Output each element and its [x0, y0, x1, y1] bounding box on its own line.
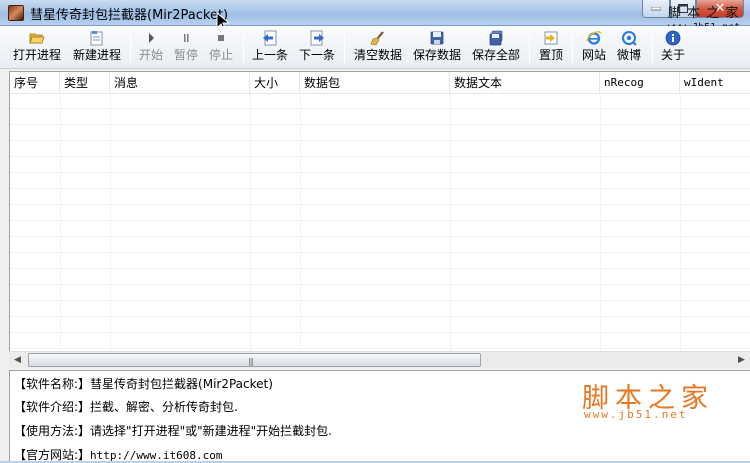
- table-row[interactable]: [10, 238, 750, 253]
- table-row[interactable]: [10, 206, 750, 221]
- play-icon: [149, 33, 154, 43]
- weibo-button[interactable]: 微博: [614, 28, 644, 67]
- stop-icon: [218, 35, 224, 41]
- table-row[interactable]: [10, 158, 750, 173]
- toolbar-separator: [130, 32, 131, 64]
- table-row[interactable]: [10, 190, 750, 205]
- window-frame-left: [0, 69, 9, 461]
- scrollbar-thumb[interactable]: |||: [28, 353, 481, 367]
- table-row[interactable]: [10, 222, 750, 237]
- window-title: 彗星传奇封包拦截器(Mir2Packet): [30, 8, 229, 23]
- column-header-message[interactable]: 消息: [110, 72, 250, 94]
- table-row[interactable]: [10, 174, 750, 189]
- scroll-right-arrow-icon[interactable]: ▶: [733, 352, 750, 369]
- save-icon: [430, 31, 444, 45]
- scroll-left-arrow-icon[interactable]: ◀: [9, 352, 26, 369]
- previous-icon: [263, 30, 277, 46]
- save-all-button[interactable]: 保存全部: [470, 28, 522, 67]
- next-icon: [310, 30, 324, 46]
- weibo-icon: [622, 31, 637, 46]
- minimize-button[interactable]: [642, 0, 670, 18]
- table-row[interactable]: [10, 254, 750, 269]
- table-row[interactable]: [10, 302, 750, 317]
- table-row[interactable]: [10, 126, 750, 141]
- info-line-usage: 【使用方法:】请选择"打开进程"或"新建进程"开始拦截封包.: [14, 424, 332, 438]
- toolbar-separator: [344, 32, 345, 64]
- table-row[interactable]: [10, 334, 750, 349]
- pause-icon: [184, 34, 189, 42]
- table-row[interactable]: [10, 110, 750, 125]
- column-header-packet-text[interactable]: 数据文本: [450, 72, 600, 94]
- info-line-software-intro: 【软件介绍:】拦截、解密、分析传奇封包.: [14, 400, 238, 414]
- new-process-button[interactable]: 新建进程: [70, 28, 124, 67]
- table-row[interactable]: [10, 270, 750, 285]
- save-all-icon: [489, 30, 503, 46]
- stop-button[interactable]: 停止: [206, 28, 236, 67]
- column-header-size[interactable]: 大小: [250, 72, 300, 94]
- open-process-button[interactable]: 打开进程: [10, 28, 64, 67]
- ie-browser-icon: [586, 31, 602, 45]
- toolbar-separator: [243, 32, 244, 64]
- pin-top-icon: [544, 31, 558, 45]
- title-bar[interactable]: 彗星传奇封包拦截器(Mir2Packet) ✕ 脚 本 之 家 www.Jb51…: [0, 0, 750, 33]
- watermark-url: www.jb51.net: [584, 408, 688, 421]
- column-header-nrecog[interactable]: nRecog: [600, 72, 680, 94]
- info-icon: [665, 30, 681, 46]
- column-header-type[interactable]: 类型: [60, 72, 110, 94]
- clear-data-button[interactable]: 清空数据: [352, 28, 404, 67]
- toolbar-separator: [529, 32, 530, 64]
- info-line-website: 【官方网站:】http://www.it608.com: [14, 448, 223, 462]
- previous-button[interactable]: 上一条: [250, 28, 290, 67]
- watermark-top-text: 脚 本 之 家: [668, 6, 740, 21]
- app-icon: [8, 5, 24, 21]
- info-line-software-name: 【软件名称:】彗星传奇封包拦截器(Mir2Packet): [14, 377, 273, 391]
- scrollbar-grip-icon: |||: [248, 357, 254, 366]
- start-button[interactable]: 开始: [136, 28, 166, 67]
- pause-button[interactable]: 暂停: [171, 28, 201, 67]
- pin-top-button[interactable]: 置顶: [536, 28, 566, 67]
- horizontal-scrollbar[interactable]: ◀ ||| ▶: [9, 351, 750, 368]
- minimize-icon: [651, 6, 661, 10]
- save-data-button[interactable]: 保存数据: [411, 28, 463, 67]
- toolbar-separator: [652, 32, 653, 64]
- table-row[interactable]: [10, 142, 750, 157]
- about-button[interactable]: 关于: [658, 28, 688, 67]
- column-header-wident[interactable]: wIdent: [680, 72, 750, 94]
- table-row[interactable]: [10, 286, 750, 301]
- open-folder-icon: [29, 33, 45, 44]
- website-button[interactable]: 网站: [579, 28, 609, 67]
- table-row[interactable]: [10, 318, 750, 333]
- new-process-icon: [90, 31, 103, 46]
- table-header: 序号 类型 消息 大小 数据包 数据文本 nRecog wIdent: [10, 72, 750, 94]
- broom-icon: [370, 31, 384, 46]
- app-window: 彗星传奇封包拦截器(Mir2Packet) ✕ 脚 本 之 家 www.Jb51…: [0, 0, 750, 462]
- packet-table[interactable]: 序号 类型 消息 大小 数据包 数据文本 nRecog wIdent: [9, 71, 750, 368]
- column-header-index[interactable]: 序号: [10, 72, 60, 94]
- column-header-packet[interactable]: 数据包: [300, 72, 450, 94]
- table-row[interactable]: [10, 94, 750, 109]
- website-link[interactable]: http://www.it608.com: [90, 449, 222, 462]
- next-button[interactable]: 下一条: [297, 28, 337, 67]
- toolbar-separator: [572, 32, 573, 64]
- toolbar: 打开进程 新建进程 开始 暂停 停止 上一条 下一条 清空数据 保存数据 保存全…: [0, 26, 750, 69]
